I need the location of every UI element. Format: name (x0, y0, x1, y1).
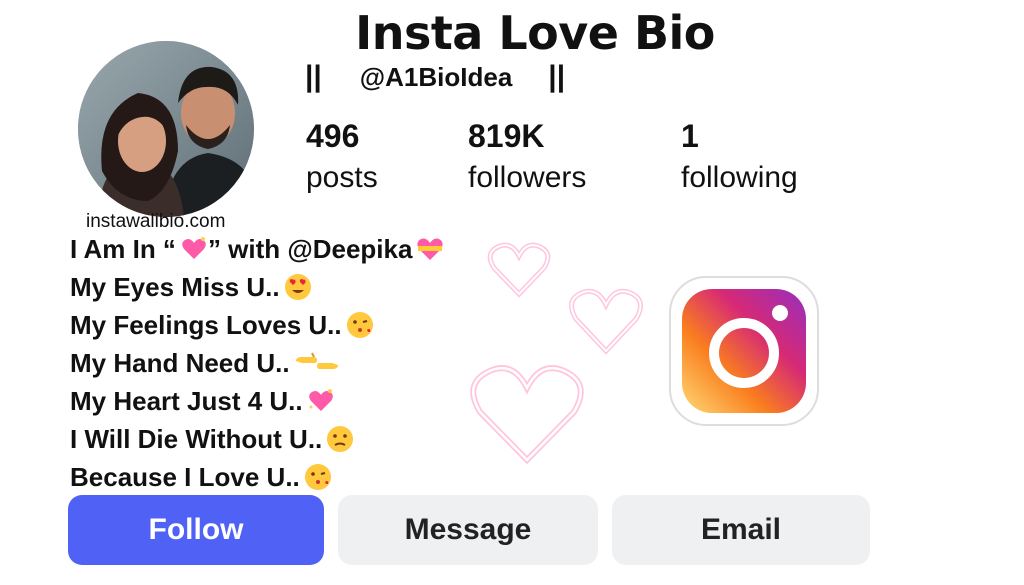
bio-line: My Hand Need U.. (70, 344, 444, 382)
follow-button[interactable]: Follow (68, 495, 324, 565)
stat-following[interactable]: 1 following (681, 118, 798, 195)
bio-line: My Feelings Loves U.. (70, 306, 444, 344)
bio-block: I Am In “ ” with @Deepika My Eyes Miss U… (70, 230, 444, 496)
email-button[interactable]: Email (612, 495, 870, 565)
bio-text: Because I Love U.. (70, 462, 300, 492)
stat-value: 496 (306, 118, 360, 154)
stat-posts[interactable]: 496 posts (306, 118, 378, 195)
neon-heart-icon (569, 288, 643, 355)
bio-line: My Eyes Miss U.. (70, 268, 444, 306)
neon-heart-icon (487, 242, 551, 298)
stat-followers[interactable]: 819K followers (468, 118, 586, 195)
bio-text: ” with @Deepika (207, 234, 413, 264)
kiss-face-icon (346, 312, 373, 338)
stat-label: posts (306, 161, 378, 194)
stat-value: 819K (468, 118, 545, 154)
couple-photo-icon (78, 41, 254, 217)
sparkling-heart-icon (308, 389, 333, 411)
username-handle[interactable]: @A1BioIdea (360, 62, 513, 93)
bio-text: I Will Die Without U.. (70, 424, 323, 454)
neon-heart-icon (470, 365, 584, 465)
bio-text: My Heart Just 4 U.. (70, 386, 303, 416)
handle-row: || @A1BioIdea || (305, 60, 565, 94)
stat-label: followers (468, 161, 587, 194)
message-button[interactable]: Message (338, 495, 598, 565)
bio-line: I Am In “ ” with @Deepika (70, 230, 444, 268)
hands-icon (295, 352, 338, 369)
instagram-logo-icon (669, 276, 819, 426)
sad-face-icon (327, 426, 354, 452)
bio-line: I Will Die Without U.. (70, 420, 444, 458)
bar-separator-left: || (305, 60, 322, 93)
bio-text: My Eyes Miss U.. (70, 272, 280, 302)
avatar[interactable] (78, 41, 254, 217)
sparkling-heart-icon (182, 237, 206, 259)
heart-eyes-icon (284, 274, 311, 300)
bio-text: I Am In “ (70, 234, 176, 264)
stat-label: following (681, 161, 798, 194)
page-title: Insta Love Bio (355, 6, 715, 60)
bio-line: Because I Love U.. (70, 458, 444, 496)
heart-with-ribbon-icon (417, 238, 444, 260)
bio-text: My Hand Need U.. (70, 348, 290, 378)
kiss-face-icon (304, 464, 331, 490)
bio-text: My Feelings Loves U.. (70, 310, 342, 340)
bio-line: My Heart Just 4 U.. (70, 382, 444, 420)
bar-separator-right: || (548, 60, 566, 93)
stat-value: 1 (681, 118, 699, 154)
